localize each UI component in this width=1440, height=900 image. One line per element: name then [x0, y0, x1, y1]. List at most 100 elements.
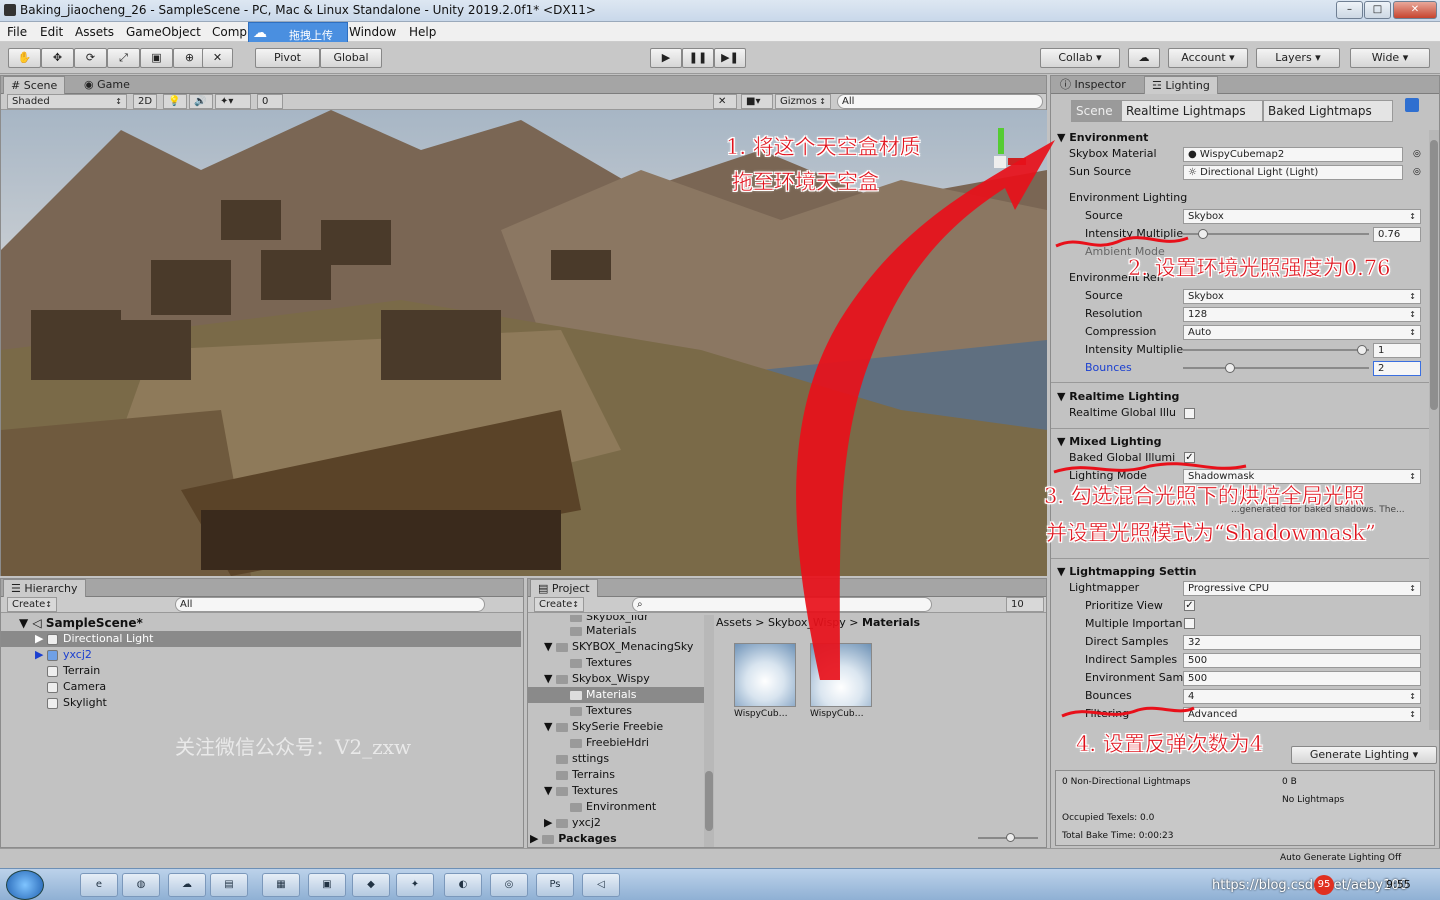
gizmos-dropdown[interactable]: Gizmos [775, 94, 831, 109]
project-folder[interactable]: Materials [528, 623, 636, 639]
rotate-tool-icon[interactable]: ⟳ [74, 48, 107, 68]
project-folder[interactable]: ▼ Textures [528, 783, 618, 799]
lighting-toggle-icon[interactable]: 💡 [163, 94, 187, 109]
close-button[interactable]: ✕ [1393, 1, 1437, 19]
unity-icon[interactable]: ◁ [582, 873, 620, 897]
env-samples-input[interactable]: 500 [1183, 671, 1421, 686]
upload-widget[interactable]: ☁ 拖拽上传 [248, 22, 348, 44]
filtering-dropdown[interactable]: Advanced [1183, 707, 1421, 722]
cloud-services-icon[interactable]: ☁ [1128, 48, 1160, 68]
realtime-gi-checkbox[interactable] [1184, 408, 1195, 419]
shading-dropdown[interactable]: Shaded [7, 94, 127, 109]
project-folder[interactable]: Terrains [528, 767, 615, 783]
step-button[interactable]: ▶❚ [714, 48, 746, 68]
hierarchy-search-input[interactable]: All [175, 597, 485, 612]
subtab-scene[interactable]: Scene [1071, 100, 1121, 122]
start-button[interactable] [6, 870, 44, 900]
lightmapper-dropdown[interactable]: Progressive CPU [1183, 581, 1421, 596]
pause-button[interactable]: ❚❚ [682, 48, 714, 68]
menu-edit[interactable]: Edit [40, 25, 63, 39]
menu-assets[interactable]: Assets [75, 25, 114, 39]
env-intensity-slider[interactable] [1183, 226, 1369, 242]
app-icon[interactable]: ◆ [352, 873, 390, 897]
app-icon[interactable]: ▦ [262, 873, 300, 897]
hierarchy-item-camera[interactable]: Camera [1, 679, 106, 695]
project-folder[interactable]: Textures [528, 703, 632, 719]
move-tool-icon[interactable]: ✥ [41, 48, 74, 68]
hidden-objects-count[interactable]: 0 [257, 94, 283, 109]
subtab-realtime-lightmaps[interactable]: Realtime Lightmaps [1121, 100, 1263, 122]
project-folder[interactable]: ▼ Skybox_Wispy [528, 671, 650, 687]
menu-component[interactable]: Comp [212, 25, 247, 39]
app-icon[interactable]: ◎ [490, 873, 528, 897]
menu-gameobject[interactable]: GameObject [126, 25, 201, 39]
layout-dropdown[interactable]: Wide ▾ [1350, 48, 1430, 68]
tab-lighting[interactable]: ☲ Lighting [1144, 76, 1218, 94]
scene-root[interactable]: ▼ ◁ SampleScene* [19, 615, 143, 631]
subtab-baked-lightmaps[interactable]: Baked Lightmaps [1263, 100, 1393, 122]
project-create-button[interactable]: Create [534, 597, 584, 612]
hand-tool-icon[interactable]: ✋ [8, 48, 41, 68]
skybox-material-field[interactable]: ● WispyCubemap2 [1183, 147, 1403, 162]
tab-game[interactable]: ◉ Game [77, 76, 137, 94]
hierarchy-item-directional-light[interactable]: ▶ Directional Light [1, 631, 521, 647]
sun-source-field[interactable]: ☼ Directional Light (Light) [1183, 165, 1403, 180]
refl-intensity-input[interactable]: 1 [1373, 343, 1421, 358]
resolution-dropdown[interactable]: 128 [1183, 307, 1421, 322]
refl-bounces-slider[interactable] [1183, 360, 1369, 376]
project-tree-scrollbar[interactable] [704, 615, 714, 847]
indirect-samples-input[interactable]: 500 [1183, 653, 1421, 668]
tab-hierarchy[interactable]: ☰ Hierarchy [3, 579, 86, 597]
rect-tool-icon[interactable]: ▣ [140, 48, 173, 68]
direct-samples-input[interactable]: 32 [1183, 635, 1421, 650]
tab-scene[interactable]: # Scene [3, 76, 66, 94]
prioritize-view-checkbox[interactable]: ✓ [1184, 600, 1195, 611]
refl-intensity-slider[interactable] [1183, 342, 1369, 358]
env-intensity-input[interactable]: 0.76 [1373, 227, 1421, 242]
tab-project[interactable]: ▤ Project [530, 579, 598, 597]
collab-dropdown[interactable]: Collab ▾ [1040, 48, 1120, 68]
settings-book-icon[interactable] [1405, 98, 1419, 112]
app-icon[interactable]: ✦ [396, 873, 434, 897]
explorer-icon[interactable]: ▤ [210, 873, 248, 897]
terminal-icon[interactable]: ▣ [308, 873, 346, 897]
baidu-cloud-icon[interactable]: ☁ [168, 873, 206, 897]
app-icon[interactable]: ◐ [444, 873, 482, 897]
hierarchy-item-terrain[interactable]: Terrain [1, 663, 100, 679]
project-folder[interactable]: ▼ SKYBOX_MenacingSky [528, 639, 693, 655]
refl-source-dropdown[interactable]: Skybox [1183, 289, 1421, 304]
lm-bounces-dropdown[interactable]: 4 [1183, 689, 1421, 704]
project-folder-selected[interactable]: Materials [528, 687, 704, 703]
project-folder[interactable]: Textures [528, 655, 632, 671]
compression-dropdown[interactable]: Auto [1183, 325, 1421, 340]
minimize-button[interactable]: – [1336, 1, 1363, 19]
tab-inspector[interactable]: ⓘ Inspector [1053, 76, 1133, 94]
photoshop-icon[interactable]: Ps [536, 873, 574, 897]
tools-icon[interactable]: ✕ [713, 94, 737, 109]
pivot-toggle[interactable]: Pivot [255, 48, 320, 68]
inspector-scrollbar[interactable] [1429, 130, 1439, 730]
scale-tool-icon[interactable]: ⤢ [107, 48, 140, 68]
audio-toggle-icon[interactable]: 🔊 [189, 94, 213, 109]
generate-lighting-button[interactable]: Generate Lighting ▾ [1291, 746, 1437, 764]
2d-toggle[interactable]: 2D [133, 94, 157, 109]
project-folder-packages[interactable]: ▶ Packages [528, 831, 617, 847]
layers-dropdown[interactable]: Layers ▾ [1256, 48, 1340, 68]
env-source-dropdown[interactable]: Skybox [1183, 209, 1421, 224]
hierarchy-item-skylight[interactable]: Skylight [1, 695, 107, 711]
effects-dropdown-icon[interactable]: ✦▾ [215, 94, 251, 109]
custom-tool-icon[interactable]: ✕ [202, 48, 233, 68]
refl-bounces-input[interactable]: 2 [1373, 361, 1421, 376]
icon-size-slider[interactable] [978, 833, 1038, 842]
menu-help[interactable]: Help [409, 25, 436, 39]
object-picker-icon[interactable]: ◎ [1413, 149, 1421, 159]
menu-file[interactable]: File [7, 25, 27, 39]
project-folder[interactable]: Environment [528, 799, 656, 815]
breadcrumb-assets[interactable]: Assets [716, 616, 752, 629]
hierarchy-create-button[interactable]: Create [7, 597, 57, 612]
global-toggle[interactable]: Global [320, 48, 382, 68]
maximize-button[interactable]: □ [1364, 1, 1391, 19]
ie-icon[interactable]: e [80, 873, 118, 897]
project-folder[interactable]: sttings [528, 751, 609, 767]
hierarchy-item-yxcj2[interactable]: ▶ yxcj2 [1, 647, 92, 663]
